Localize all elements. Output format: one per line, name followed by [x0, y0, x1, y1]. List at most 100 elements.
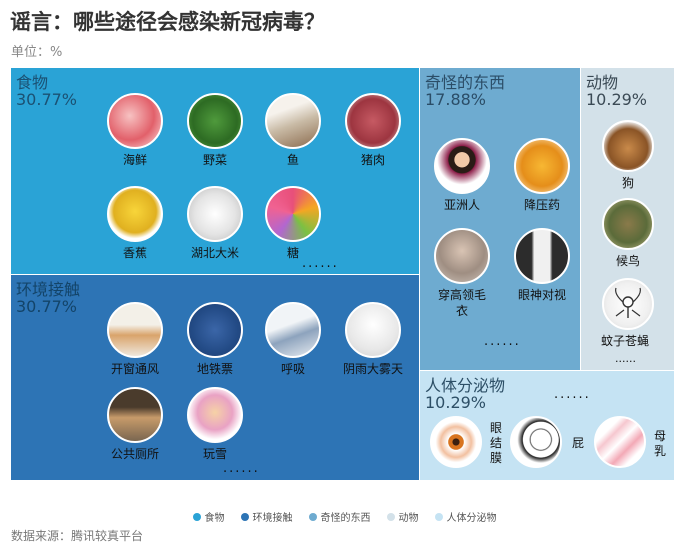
- vegetables-icon: [187, 93, 243, 149]
- legend-item[interactable]: 人体分泌物: [434, 509, 497, 524]
- legend-label: 环境接触: [252, 513, 293, 524]
- animals-more: ......: [615, 352, 636, 365]
- legend: 食物 环境接触 奇怪的东西 动物 人体分泌物: [0, 509, 689, 524]
- sweater-icon: [434, 228, 490, 284]
- item-dog: 狗: [596, 120, 660, 191]
- data-source: 数据来源：腾讯较真平台: [11, 529, 144, 543]
- item-label: 穿高领毛衣: [438, 288, 487, 318]
- item-label: 公共厕所: [110, 447, 159, 461]
- tile-body-fluids[interactable]: 人体分泌物 10.29% ...... 眼结膜 屁 母乳: [420, 371, 674, 480]
- legend-item[interactable]: 环境接触: [240, 509, 293, 524]
- item-breathing: 呼吸: [261, 302, 325, 377]
- item-snow-play: 玩雪: [183, 387, 247, 462]
- item-rain-fog: 阴雨大雾天: [341, 302, 405, 377]
- unit-label: 单位：%: [11, 45, 63, 60]
- item-label: 野菜: [202, 153, 227, 167]
- item-label: 蚊子苍蝇: [600, 334, 649, 348]
- tile-body-fluids-value: 10.29%: [425, 393, 487, 412]
- item-label: 亚洲人: [443, 198, 480, 212]
- item-label: 猪肉: [360, 153, 385, 167]
- fog-icon: [345, 302, 401, 358]
- item-label: 海鲜: [122, 153, 147, 167]
- eye-icon: [430, 416, 482, 468]
- item-label: 候鸟: [615, 254, 640, 268]
- tile-environment[interactable]: 环境接触 30.77% 开窗通风 地铁票 呼吸 阴雨大雾天 公共厕所 玩雪 ..…: [11, 275, 419, 480]
- pork-icon: [345, 93, 401, 149]
- item-mosquitoes-flies: 蚊子苍蝇: [596, 278, 660, 349]
- strange-things-more: ......: [484, 334, 521, 349]
- legend-item[interactable]: 奇怪的东西: [308, 509, 371, 524]
- item-label: 屁: [572, 436, 585, 450]
- baby-bottle-icon: [594, 416, 646, 468]
- item-rice: 湖北大米: [183, 186, 247, 261]
- snow-icon: [187, 387, 243, 443]
- eye-contact-icon: [514, 228, 570, 284]
- legend-label: 食物: [204, 513, 225, 524]
- mosquito-icon: [602, 278, 654, 330]
- legend-dot-icon: [434, 512, 443, 521]
- tile-strange-things[interactable]: 奇怪的东西 17.88% 亚洲人 降压药 穿高领毛衣 眼神对视 ......: [420, 68, 580, 370]
- tile-strange-things-value: 17.88%: [425, 90, 487, 109]
- tile-animals[interactable]: 动物 10.29% 狗 候鸟 蚊子苍蝇 ......: [581, 68, 674, 370]
- pill-icon: [514, 138, 570, 194]
- item-fish: 鱼: [261, 93, 325, 168]
- item-label: 地铁票: [196, 362, 233, 376]
- item-blood-pressure-medicine: 降压药: [510, 138, 574, 213]
- rice-icon: [187, 186, 243, 242]
- item-subway-ticket: 地铁票: [183, 302, 247, 377]
- item-label: 降压药: [523, 198, 560, 212]
- item-high-collar-sweater: 穿高领毛衣: [430, 228, 494, 319]
- item-asian-people: 亚洲人: [430, 138, 494, 213]
- item-eye-contact: 眼神对视: [510, 228, 574, 303]
- legend-dot-icon: [308, 512, 317, 521]
- item-label: 阴雨大雾天: [342, 362, 403, 376]
- item-wild-vegetables: 野菜: [183, 93, 247, 168]
- item-breast-milk: [592, 416, 648, 468]
- breathing-icon: [265, 302, 321, 358]
- tile-environment-value: 30.77%: [16, 297, 78, 316]
- item-label: 眼结膜: [490, 421, 503, 465]
- item-label: 母乳: [654, 429, 667, 458]
- fart-icon: [510, 416, 562, 468]
- item-migratory-bird: 候鸟: [596, 198, 660, 269]
- food-more: ......: [302, 256, 339, 271]
- item-pork: 猪肉: [341, 93, 405, 168]
- item-public-toilet: 公共厕所: [103, 387, 167, 462]
- body-fluids-more: ......: [554, 387, 591, 402]
- ticket-icon: [187, 302, 243, 358]
- item-label: 开窗通风: [110, 362, 159, 376]
- tile-animals-value: 10.29%: [586, 90, 648, 109]
- legend-label: 奇怪的东西: [320, 513, 371, 524]
- item-candy: 糖: [261, 186, 325, 261]
- tile-food-value: 30.77%: [16, 90, 78, 109]
- item-conjunctiva: [428, 416, 484, 468]
- environment-more: ......: [223, 461, 260, 476]
- chart-title: 谣言：哪些途径会感染新冠病毒？: [10, 10, 325, 34]
- item-label: 湖北大米: [190, 246, 239, 260]
- toilet-icon: [107, 387, 163, 443]
- candy-icon: [265, 186, 321, 242]
- banana-icon: [107, 186, 163, 242]
- item-label: 呼吸: [280, 362, 305, 376]
- tile-food[interactable]: 食物 30.77% 海鲜 野菜 鱼 猪肉 香蕉 湖北大米 糖 ......: [11, 68, 419, 274]
- fish-icon: [265, 93, 321, 149]
- item-banana: 香蕉: [103, 186, 167, 261]
- treemap-chart: 食物 30.77% 海鲜 野菜 鱼 猪肉 香蕉 湖北大米 糖 ...... 环境…: [11, 68, 674, 480]
- item-label: 狗: [621, 176, 634, 190]
- person-icon: [434, 138, 490, 194]
- legend-item[interactable]: 动物: [386, 509, 419, 524]
- item-label: 眼神对视: [517, 288, 566, 302]
- dog-icon: [602, 120, 654, 172]
- item-label: 鱼: [286, 153, 299, 167]
- item-label: 香蕉: [122, 246, 147, 260]
- window-icon: [107, 302, 163, 358]
- bird-icon: [602, 198, 654, 250]
- item-label: 玩雪: [202, 447, 227, 461]
- item-seafood: 海鲜: [103, 93, 167, 168]
- legend-item[interactable]: 食物: [192, 509, 225, 524]
- item-fart: [508, 416, 564, 468]
- legend-label: 动物: [398, 513, 419, 524]
- seafood-icon: [107, 93, 163, 149]
- item-window-ventilation: 开窗通风: [103, 302, 167, 377]
- legend-dot-icon: [386, 512, 395, 521]
